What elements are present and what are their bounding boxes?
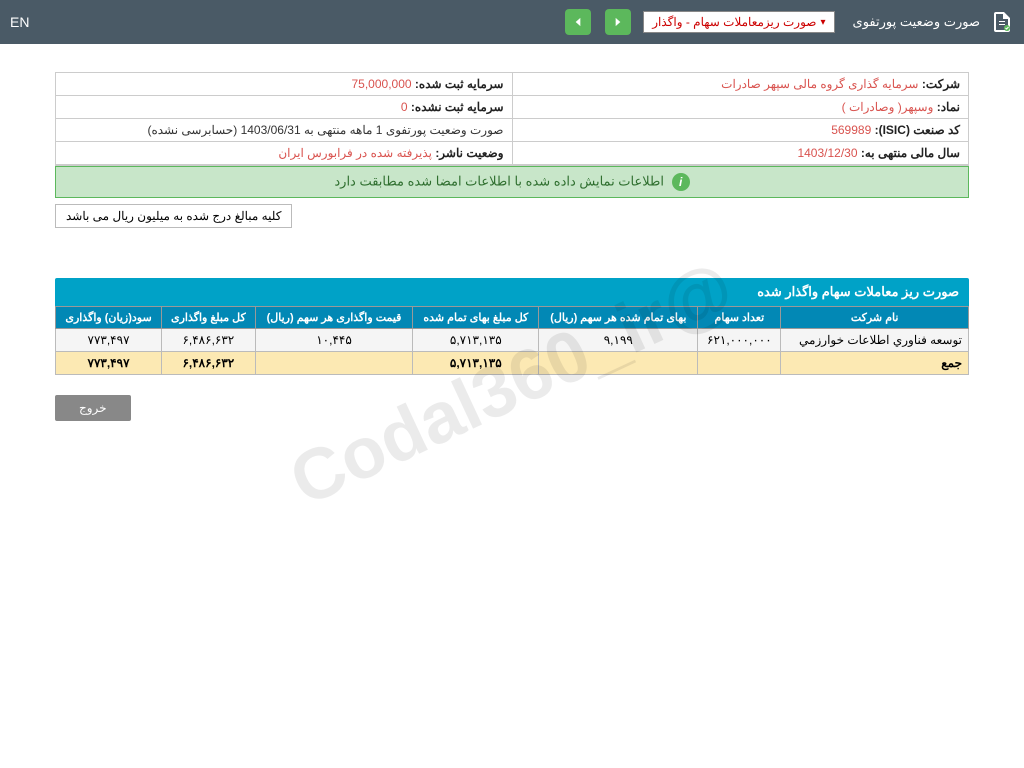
nav-prev-button[interactable] (565, 9, 591, 35)
sum-total-cost: ۵,۷۱۳,۱۳۵ (413, 352, 539, 375)
topbar-right: صورت وضعیت پورتفوی ▾ صورت ریزمعاملات سها… (563, 9, 1014, 35)
table-sum-row: جمع ۵,۷۱۳,۱۳۵ ۶,۴۸۶,۶۳۲ ۷۷۳,۴۹۷ (56, 352, 969, 375)
portfolio-value: 1 ماهه منتهی به 1403/06/31 (حسابرسی نشده… (147, 123, 382, 137)
symbol-label: نماد: (937, 100, 960, 114)
table-header-row: نام شرکت تعداد سهام بهای تمام شده هر سهم… (56, 307, 969, 329)
cell-total-cost: ۵,۷۱۳,۱۳۵ (413, 329, 539, 352)
isic-value: 569989 (831, 123, 871, 137)
col-shares: تعداد سهام (698, 307, 781, 329)
info-table: شرکت: سرمایه گذاری گروه مالی سپهر صادرات… (55, 72, 969, 166)
page-title: صورت وضعیت پورتفوی (853, 14, 980, 30)
info-icon: i (672, 173, 690, 191)
unreg-cap-label: سرمایه ثبت نشده: (411, 100, 504, 114)
report-dropdown[interactable]: ▾ صورت ریزمعاملات سهام - واگذار (643, 11, 834, 33)
symbol-value: وسپهر( وصادرات ) (842, 100, 934, 114)
content: شرکت: سرمایه گذاری گروه مالی سپهر صادرات… (0, 72, 1024, 441)
topbar: صورت وضعیت پورتفوی ▾ صورت ریزمعاملات سها… (0, 0, 1024, 44)
sum-profit-loss: ۷۷۳,۴۹۷ (56, 352, 162, 375)
sum-cost-per-share (539, 352, 698, 375)
publisher-label: وضعیت ناشر: (435, 146, 503, 160)
col-company: نام شرکت (781, 307, 969, 329)
col-cost-per-share: بهای تمام شده هر سهم (ریال) (539, 307, 698, 329)
banner-text: اطلاعات نمایش داده شده با اطلاعات امضا ش… (334, 173, 664, 188)
nav-next-button[interactable] (605, 9, 631, 35)
transactions-table: نام شرکت تعداد سهام بهای تمام شده هر سهم… (55, 306, 969, 375)
col-total-cost: کل مبلغ بهای تمام شده (413, 307, 539, 329)
language-toggle[interactable]: EN (10, 14, 29, 30)
cell-shares: ۶۲۱,۰۰۰,۰۰۰ (698, 329, 781, 352)
cell-company: توسعه فناوري اطلاعات خوارزمي (781, 329, 969, 352)
cell-profit-loss: ۷۷۳,۴۹۷ (56, 329, 162, 352)
col-sale-per-share: قیمت واگذاری هر سهم (ریال) (255, 307, 413, 329)
sum-total-sale: ۶,۴۸۶,۶۳۲ (162, 352, 256, 375)
company-value: سرمایه گذاری گروه مالی سپهر صادرات (721, 77, 918, 91)
reg-cap-label: سرمایه ثبت شده: (415, 77, 504, 91)
table-row: توسعه فناوري اطلاعات خوارزمي ۶۲۱,۰۰۰,۰۰۰… (56, 329, 969, 352)
publisher-value: پذیرفته شده در فرابورس ایران (278, 146, 432, 160)
topbar-left: EN (10, 14, 29, 30)
reg-cap-value: 75,000,000 (352, 77, 412, 91)
sum-shares (698, 352, 781, 375)
cell-total-sale: ۶,۴۸۶,۶۳۲ (162, 329, 256, 352)
sum-label: جمع (781, 352, 969, 375)
unreg-cap-value: 0 (401, 100, 408, 114)
col-profit-loss: سود(زیان) واگذاری (56, 307, 162, 329)
dropdown-label: صورت ریزمعاملات سهام - واگذار (652, 15, 816, 29)
company-label: شرکت: (922, 77, 960, 91)
exit-button[interactable]: خروج (55, 395, 131, 421)
chevron-down-icon: ▾ (821, 17, 826, 28)
info-banner: i اطلاعات نمایش داده شده با اطلاعات امضا… (55, 166, 969, 198)
fy-value: 1403/12/30 (797, 146, 857, 160)
fy-label: سال مالی منتهی به: (861, 146, 960, 160)
cell-sale-per-share: ۱۰,۴۴۵ (255, 329, 413, 352)
cell-cost-per-share: ۹,۱۹۹ (539, 329, 698, 352)
sum-sale-per-share (255, 352, 413, 375)
isic-label: کد صنعت (ISIC): (875, 123, 960, 137)
document-icon (990, 10, 1014, 34)
section-title: صورت ریز معاملات سهام واگذار شده (55, 278, 969, 306)
currency-note: کلیه مبالغ درج شده به میلیون ریال می باش… (55, 204, 292, 228)
portfolio-label: صورت وضعیت پورتفوی (386, 123, 504, 137)
col-total-sale: کل مبلغ واگذاری (162, 307, 256, 329)
chevron-right-icon (611, 15, 625, 29)
chevron-left-icon (571, 15, 585, 29)
